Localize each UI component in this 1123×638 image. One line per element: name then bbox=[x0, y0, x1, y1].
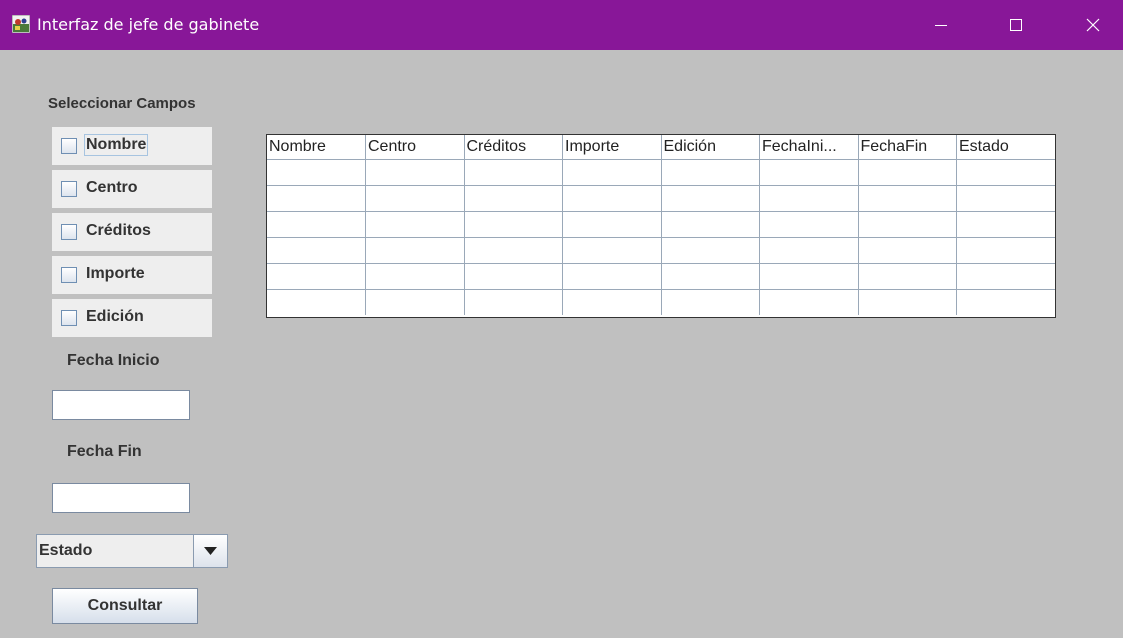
fecha-fin-input[interactable] bbox=[52, 483, 190, 513]
table-cell[interactable] bbox=[956, 237, 1055, 264]
maximize-button[interactable] bbox=[993, 0, 1039, 50]
table-cell[interactable] bbox=[858, 159, 957, 186]
column-header[interactable]: Edición bbox=[661, 135, 760, 160]
consultar-button[interactable]: Consultar bbox=[52, 588, 198, 624]
chevron-down-icon bbox=[204, 547, 217, 555]
table-cell[interactable] bbox=[464, 289, 563, 315]
table-cell[interactable] bbox=[267, 289, 366, 315]
column-header[interactable]: Centro bbox=[365, 135, 465, 160]
table-cell[interactable] bbox=[365, 211, 465, 238]
table-row[interactable] bbox=[267, 237, 1055, 264]
table-cell[interactable] bbox=[464, 211, 563, 238]
select-fields-label: Seleccionar Campos bbox=[48, 95, 196, 112]
table-cell[interactable] bbox=[562, 289, 662, 315]
checkbox-label: Nombre bbox=[83, 134, 149, 156]
table-cell[interactable] bbox=[365, 289, 465, 315]
column-header[interactable]: Estado bbox=[956, 135, 1055, 160]
results-table[interactable]: Nombre Centro Créditos Importe Edición F… bbox=[266, 134, 1056, 318]
table-cell[interactable] bbox=[562, 263, 662, 290]
column-header[interactable]: FechaIni... bbox=[759, 135, 859, 160]
table-cell[interactable] bbox=[267, 237, 366, 264]
maximize-icon bbox=[1010, 19, 1022, 31]
checkbox-box[interactable] bbox=[61, 310, 77, 326]
table-cell[interactable] bbox=[661, 211, 760, 238]
table-cell[interactable] bbox=[267, 211, 366, 238]
table-cell[interactable] bbox=[759, 185, 859, 212]
table-header-row: Nombre Centro Créditos Importe Edición F… bbox=[267, 135, 1055, 160]
column-header[interactable]: Importe bbox=[562, 135, 662, 160]
title-bar[interactable]: Interfaz de jefe de gabinete bbox=[0, 0, 1123, 50]
checkbox-label: Importe bbox=[86, 265, 145, 282]
table-cell[interactable] bbox=[858, 289, 957, 315]
table-cell[interactable] bbox=[562, 237, 662, 264]
table-cell[interactable] bbox=[365, 185, 465, 212]
app-icon bbox=[12, 15, 30, 33]
table-row[interactable] bbox=[267, 263, 1055, 290]
table-cell[interactable] bbox=[759, 211, 859, 238]
fecha-inicio-label: Fecha Inicio bbox=[67, 352, 160, 369]
table-cell[interactable] bbox=[956, 263, 1055, 290]
table-cell[interactable] bbox=[858, 185, 957, 212]
close-button[interactable] bbox=[1070, 0, 1116, 50]
table-cell[interactable] bbox=[759, 263, 859, 290]
checkbox-label: Centro bbox=[86, 179, 138, 196]
window-title: Interfaz de jefe de gabinete bbox=[37, 15, 260, 34]
table-cell[interactable] bbox=[267, 159, 366, 186]
table-cell[interactable] bbox=[858, 237, 957, 264]
table-cell[interactable] bbox=[661, 237, 760, 264]
table-cell[interactable] bbox=[562, 159, 662, 186]
table-cell[interactable] bbox=[661, 263, 760, 290]
table-cell[interactable] bbox=[759, 289, 859, 315]
table-cell[interactable] bbox=[956, 159, 1055, 186]
checkbox-centro[interactable]: Centro bbox=[52, 170, 212, 208]
table-cell[interactable] bbox=[365, 159, 465, 186]
checkbox-label: Créditos bbox=[86, 222, 151, 239]
checkbox-box[interactable] bbox=[61, 138, 77, 154]
table-row[interactable] bbox=[267, 185, 1055, 212]
table-cell[interactable] bbox=[464, 159, 563, 186]
table-cell[interactable] bbox=[365, 237, 465, 264]
table-cell[interactable] bbox=[759, 159, 859, 186]
table-cell[interactable] bbox=[464, 185, 563, 212]
estado-dropdown-button[interactable] bbox=[193, 535, 227, 567]
minimize-icon bbox=[935, 25, 947, 26]
checkbox-box[interactable] bbox=[61, 224, 77, 240]
table-cell[interactable] bbox=[464, 237, 563, 264]
fecha-inicio-input[interactable] bbox=[52, 390, 190, 420]
column-header[interactable]: FechaFin bbox=[858, 135, 957, 160]
checkbox-nombre[interactable]: Nombre bbox=[52, 127, 212, 165]
estado-selected-value: Estado bbox=[39, 542, 93, 559]
table-cell[interactable] bbox=[858, 211, 957, 238]
checkbox-label: Edición bbox=[86, 308, 144, 325]
table-cell[interactable] bbox=[661, 159, 760, 186]
table-cell[interactable] bbox=[267, 263, 366, 290]
table-row[interactable] bbox=[267, 211, 1055, 238]
close-icon bbox=[1086, 18, 1100, 32]
table-cell[interactable] bbox=[661, 289, 760, 315]
table-cell[interactable] bbox=[759, 237, 859, 264]
table-cell[interactable] bbox=[957, 290, 1056, 316]
checkbox-box[interactable] bbox=[61, 181, 77, 197]
column-header[interactable]: Nombre bbox=[267, 135, 366, 160]
table-row[interactable] bbox=[267, 159, 1055, 186]
table-cell[interactable] bbox=[956, 185, 1055, 212]
table-cell[interactable] bbox=[562, 211, 662, 238]
table-row[interactable] bbox=[267, 289, 1056, 316]
column-header[interactable]: Créditos bbox=[464, 135, 563, 160]
table-cell[interactable] bbox=[464, 263, 563, 290]
checkbox-importe[interactable]: Importe bbox=[52, 256, 212, 294]
checkbox-creditos[interactable]: Créditos bbox=[52, 213, 212, 251]
estado-select[interactable]: Estado bbox=[36, 534, 228, 568]
table-cell[interactable] bbox=[858, 263, 957, 290]
checkbox-edicion[interactable]: Edición bbox=[52, 299, 212, 337]
table-cell[interactable] bbox=[365, 263, 465, 290]
checkbox-box[interactable] bbox=[61, 267, 77, 283]
fecha-fin-label: Fecha Fin bbox=[67, 443, 142, 460]
table-cell[interactable] bbox=[661, 185, 760, 212]
table-cell[interactable] bbox=[267, 185, 366, 212]
table-cell[interactable] bbox=[562, 185, 662, 212]
table-cell[interactable] bbox=[956, 211, 1055, 238]
minimize-button[interactable] bbox=[918, 0, 964, 50]
